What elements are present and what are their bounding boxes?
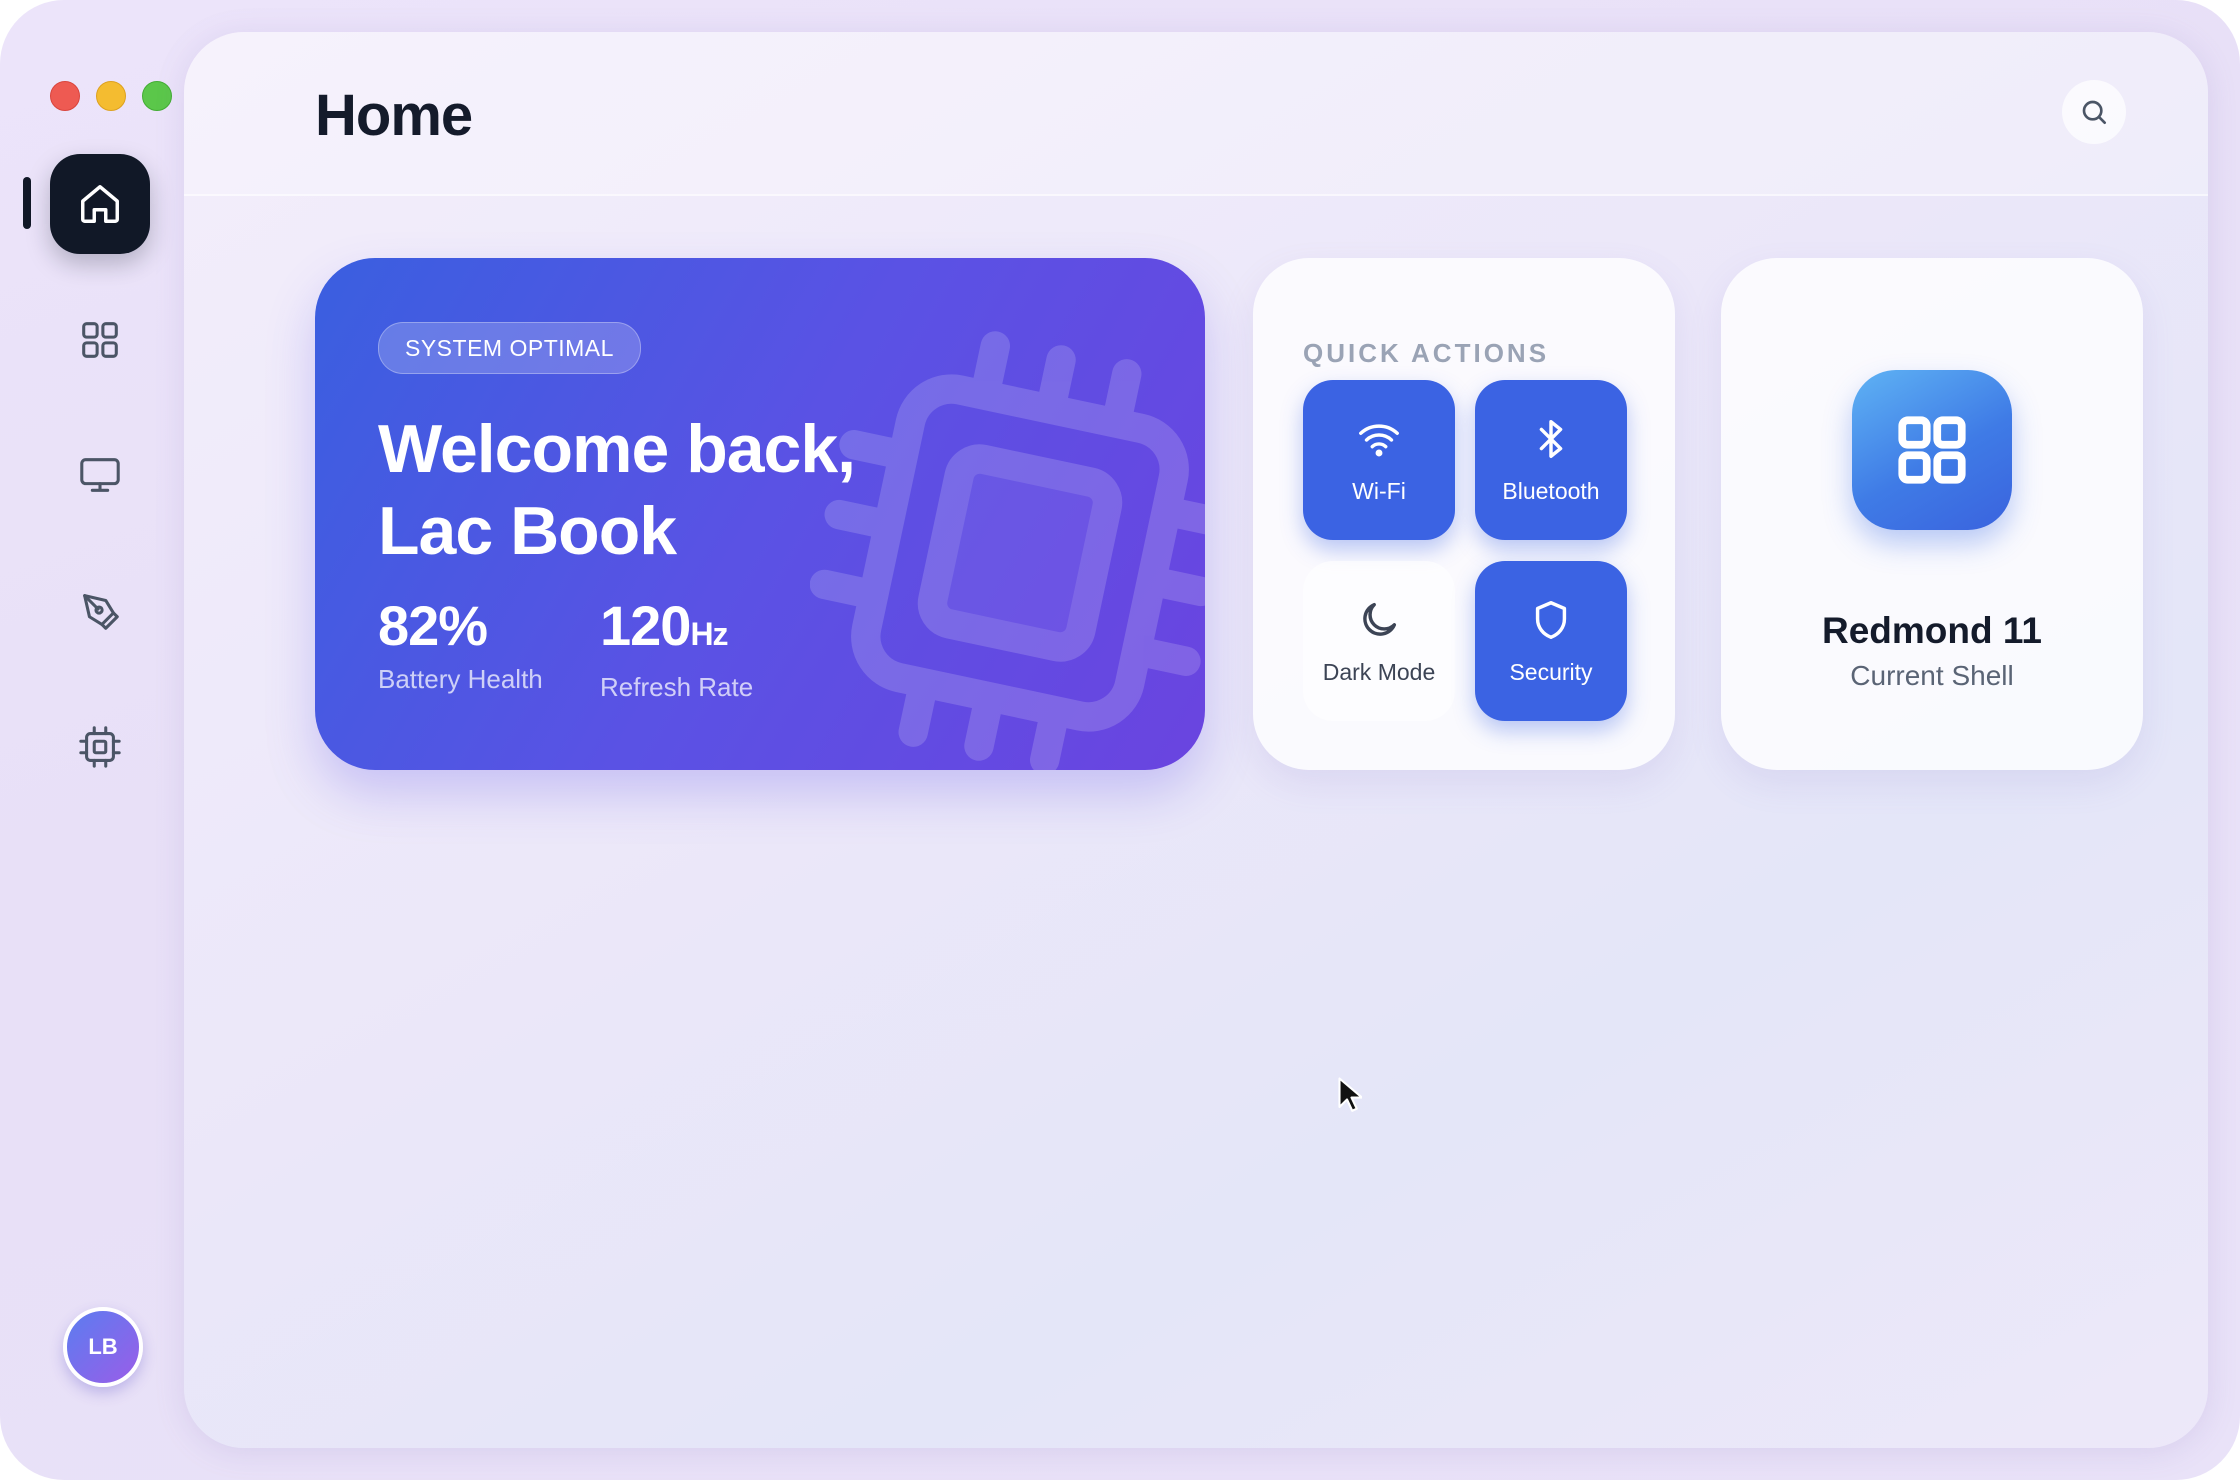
- dark-mode-toggle[interactable]: Dark Mode: [1303, 561, 1455, 721]
- stat-refresh-rate: 120Hz Refresh Rate: [600, 594, 753, 703]
- active-indicator: [23, 177, 31, 229]
- os-name: Redmond 11: [1822, 610, 2042, 651]
- welcome-card: SYSTEM OPTIMAL Welcome back, Lac Book 82…: [315, 258, 1205, 770]
- chip-watermark-icon: [810, 331, 1205, 770]
- shield-icon: [1535, 600, 1567, 639]
- os-info-card[interactable]: Redmond 11 Current Shell: [1721, 258, 2143, 770]
- stat-battery: 82% Battery Health: [378, 594, 543, 695]
- sidebar-item-home[interactable]: [50, 154, 150, 254]
- wifi-icon: [1359, 423, 1399, 456]
- welcome-line-1: Welcome back,: [378, 411, 856, 487]
- bluetooth-label: Bluetooth: [1502, 477, 1600, 504]
- quick-actions-title: QUICK ACTIONS: [1303, 338, 1550, 368]
- bluetooth-toggle[interactable]: Bluetooth: [1475, 380, 1627, 540]
- grid-icon: [82, 322, 118, 358]
- cpu-icon: [79, 726, 121, 768]
- os-logo: [1852, 370, 2012, 530]
- welcome-title: Welcome back, Lac Book: [378, 408, 856, 572]
- page-title: Home: [315, 83, 473, 148]
- sidebar-item-system[interactable]: [50, 697, 150, 797]
- sidebar: LB: [0, 0, 185, 1480]
- mouse-cursor-icon: [1338, 1077, 1362, 1112]
- wifi-toggle[interactable]: Wi-Fi: [1303, 380, 1455, 540]
- security-toggle[interactable]: Security: [1475, 561, 1627, 721]
- stat-unit: Hz: [690, 616, 728, 652]
- wifi-label: Wi-Fi: [1352, 477, 1406, 504]
- search-icon: [2082, 100, 2106, 124]
- home-icon: [81, 185, 119, 223]
- search-button[interactable]: [2062, 80, 2126, 144]
- stat-number: 120: [600, 594, 691, 657]
- stat-label: Refresh Rate: [600, 672, 754, 702]
- bluetooth-icon: [1539, 419, 1563, 458]
- sidebar-item-apps[interactable]: [50, 290, 150, 390]
- main-panel: Home SYSTEM OPTIMAL Welcome back, Lac Bo…: [184, 32, 2208, 1448]
- moon-icon: [1363, 602, 1397, 636]
- stat-value: 82%: [378, 594, 543, 658]
- welcome-line-2: Lac Book: [378, 493, 677, 569]
- user-avatar[interactable]: LB: [63, 1307, 143, 1387]
- sidebar-item-personalize[interactable]: [50, 561, 150, 661]
- stat-label: Battery Health: [378, 664, 543, 694]
- security-label: Security: [1509, 658, 1593, 685]
- grid-logo-icon: [1898, 416, 1966, 484]
- stat-number: 82%: [378, 594, 488, 657]
- app-window: LB Home SYSTEM OPTIMAL Welcome back, Lac…: [0, 0, 2240, 1480]
- quick-actions-card: QUICK ACTIONS Wi-Fi Bluetooth Dark Mode: [1253, 258, 1675, 770]
- status-badge: SYSTEM OPTIMAL: [378, 322, 641, 374]
- dark-mode-label: Dark Mode: [1322, 658, 1436, 685]
- stat-value: 120Hz: [600, 594, 753, 666]
- sidebar-item-display[interactable]: [50, 425, 150, 525]
- os-subtitle: Current Shell: [1850, 660, 2014, 691]
- top-bar: Home: [184, 32, 2208, 196]
- monitor-icon: [80, 458, 120, 492]
- pen-tool-icon: [83, 594, 119, 630]
